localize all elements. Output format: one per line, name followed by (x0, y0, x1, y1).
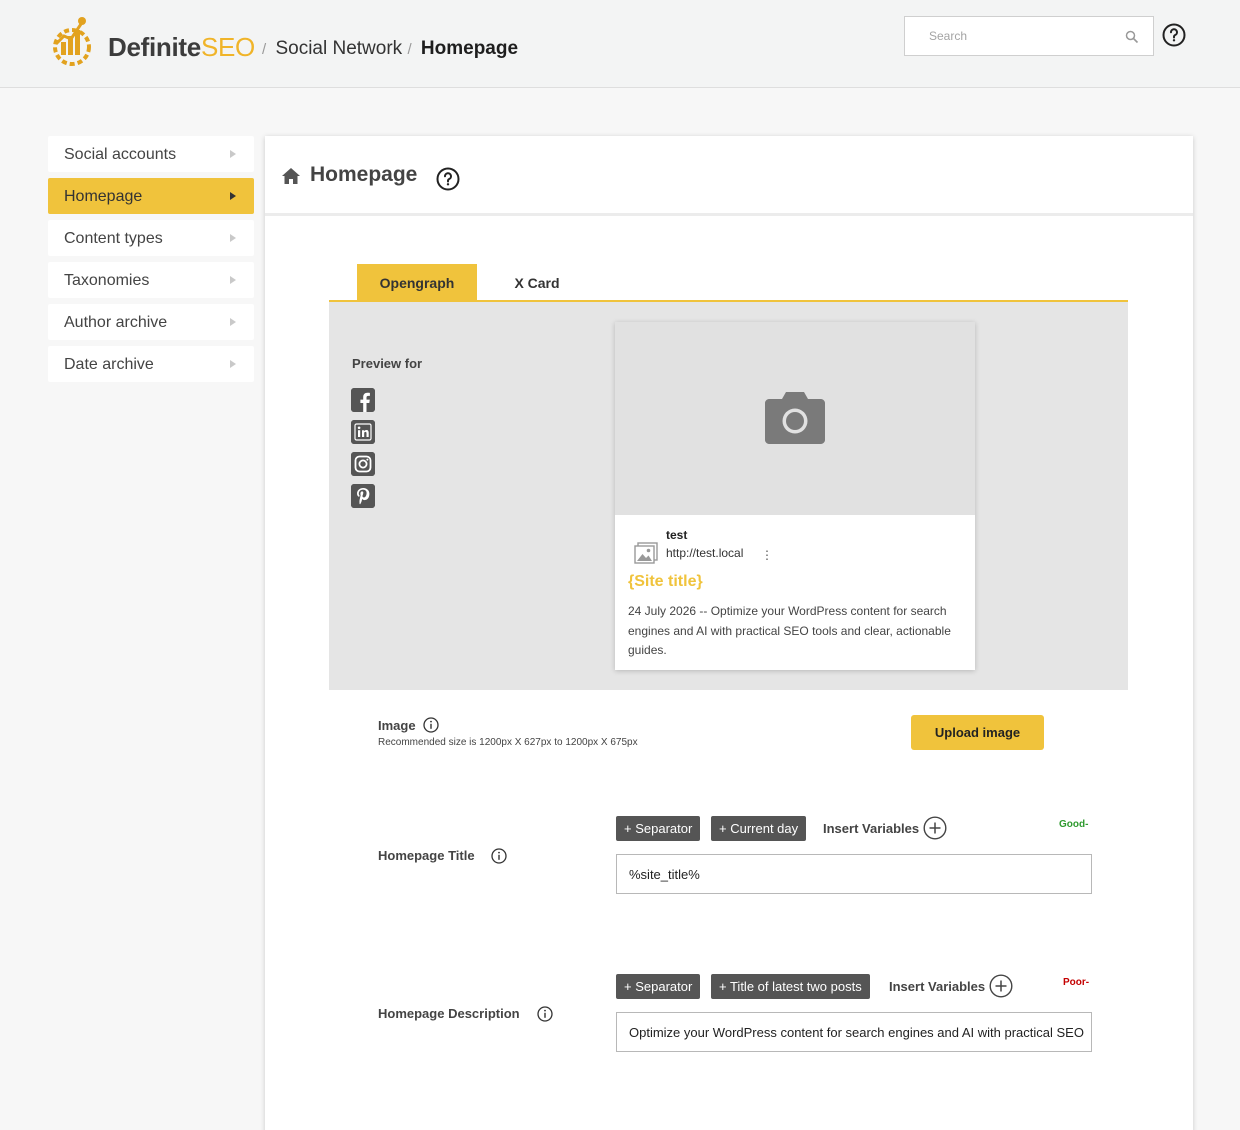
info-icon[interactable] (423, 717, 439, 733)
panel-header: Homepage (265, 136, 1193, 216)
chevron-right-icon (230, 192, 236, 200)
sidebar-item-taxonomies[interactable]: Taxonomies (48, 262, 254, 298)
sidebar-item-author-archive[interactable]: Author archive (48, 304, 254, 340)
sidebar-item-label: Taxonomies (64, 272, 150, 289)
help-icon[interactable] (436, 167, 460, 191)
sidebar-item-label: Social accounts (64, 146, 177, 163)
breadcrumb-separator: / (407, 41, 412, 58)
help-icon[interactable] (1162, 23, 1186, 47)
breadcrumb-social-network[interactable]: Social Network (275, 38, 402, 59)
sidebar-item-label: Date archive (64, 356, 154, 373)
upload-image-button[interactable]: Upload image (911, 715, 1044, 750)
top-bar: DefiniteSEO / Social Network / Homepage (0, 0, 1240, 88)
pinterest-icon[interactable] (351, 484, 375, 508)
add-variable-icon[interactable] (923, 816, 947, 840)
card-description: 24 July 2026 -- Optimize your WordPress … (628, 604, 951, 657)
image-size-hint: Recommended size is 1200px X 627px to 12… (378, 737, 638, 748)
home-icon (282, 168, 300, 184)
add-variable-icon[interactable] (989, 974, 1013, 998)
info-icon[interactable] (537, 1006, 553, 1022)
title-score-badge: Good- (1059, 819, 1089, 830)
sidebar-item-date-archive[interactable]: Date archive (48, 346, 254, 382)
insert-variables-label[interactable]: Insert Variables (823, 821, 919, 836)
latest-posts-title-chip[interactable]: + Title of latest two posts (711, 974, 870, 999)
card-site-name: test (666, 528, 688, 542)
sidebar-item-label: Author archive (64, 314, 168, 331)
sidebar-item-homepage[interactable]: Homepage (48, 178, 254, 214)
current-day-chip[interactable]: + Current day (711, 816, 807, 841)
chevron-right-icon (230, 276, 236, 284)
tab-x-card[interactable]: X Card (477, 264, 597, 300)
info-icon[interactable] (491, 848, 507, 864)
description-score-badge: Poor- (1063, 977, 1090, 988)
card-title: {Site title} (628, 573, 703, 590)
more-options-icon[interactable]: ⋮ (761, 548, 773, 562)
breadcrumb-separator: / (262, 41, 267, 58)
camera-icon (765, 392, 825, 444)
separator-chip[interactable]: + Separator (616, 816, 701, 841)
main-panel: Homepage Opengraph X Card Preview for te… (265, 136, 1193, 1130)
chevron-right-icon (230, 234, 236, 242)
image-label: Image (378, 718, 416, 733)
logo-icon (53, 17, 91, 66)
brand-name[interactable]: DefiniteSEO (108, 32, 255, 63)
chevron-right-icon (230, 318, 236, 326)
facebook-icon[interactable] (351, 388, 375, 412)
sidebar-item-content-types[interactable]: Content types (48, 220, 254, 256)
search-box (904, 16, 1154, 56)
brand-accent-text: SEO (200, 32, 255, 62)
breadcrumb: / Social Network / Homepage (262, 38, 518, 60)
insert-variables-label[interactable]: Insert Variables (889, 979, 985, 994)
tab-bar: Opengraph X Card (329, 264, 1128, 302)
page-title: Homepage (310, 163, 418, 186)
card-image-placeholder (615, 322, 975, 515)
instagram-icon[interactable] (351, 452, 375, 476)
site-image-icon (634, 542, 658, 564)
breadcrumb-current: Homepage (420, 38, 519, 59)
separator-chip[interactable]: + Separator (616, 974, 701, 999)
sidebar-item-label: Homepage (64, 188, 143, 205)
linkedin-icon[interactable] (351, 420, 375, 444)
search-icon[interactable] (1125, 30, 1139, 44)
card-url: http://test.local (666, 546, 744, 560)
preview-card: test http://test.local ⋮ {Site title} 24… (615, 322, 975, 670)
homepage-title-label: Homepage Title (378, 848, 475, 863)
homepage-description-input[interactable] (616, 1012, 1092, 1052)
chevron-right-icon (230, 150, 236, 158)
tab-opengraph[interactable]: Opengraph (357, 264, 477, 300)
chevron-right-icon (230, 360, 236, 368)
sidebar-item-social-accounts[interactable]: Social accounts (48, 136, 254, 172)
sidebar: Social accounts Homepage Content types T… (48, 136, 254, 388)
homepage-title-input[interactable] (616, 854, 1092, 894)
homepage-description-label: Homepage Description (378, 1006, 520, 1021)
brand-main-text: Definite (108, 32, 201, 62)
preview-for-label: Preview for (352, 356, 423, 371)
social-preview: Preview for test http://test.local ⋮ {Si… (329, 302, 1128, 690)
sidebar-item-label: Content types (64, 230, 163, 247)
search-input[interactable] (905, 17, 1115, 55)
